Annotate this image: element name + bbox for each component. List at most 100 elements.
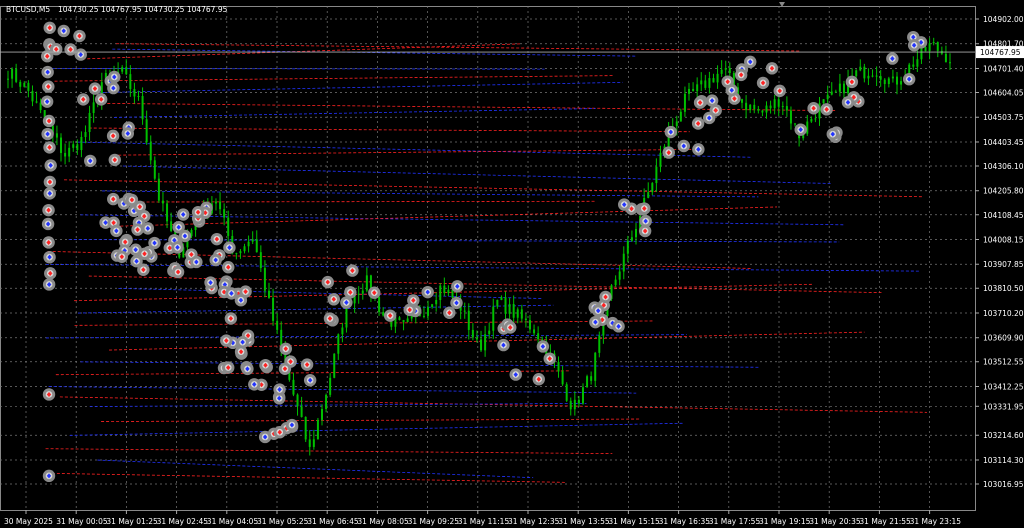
buy-marker-icon	[677, 139, 690, 153]
candle-body	[243, 246, 246, 252]
candle-body	[145, 119, 148, 143]
candle-body	[129, 74, 132, 90]
sell-marker-icon	[171, 265, 185, 279]
candle-body	[463, 310, 466, 312]
candle-body	[769, 105, 772, 109]
candle-body	[435, 300, 438, 305]
buy-marker-icon	[42, 469, 56, 483]
candle-body	[520, 309, 523, 319]
buy-marker-icon	[190, 255, 203, 269]
candle-body	[871, 75, 874, 77]
sell-marker-icon	[443, 306, 456, 319]
buy-marker-icon	[509, 368, 522, 381]
candle-body	[447, 289, 450, 294]
candle-body	[235, 253, 238, 255]
x-tick-label: 31 May 20:35	[809, 517, 861, 526]
candle-body	[573, 399, 576, 410]
candle-body	[949, 62, 951, 64]
candle-body	[700, 80, 703, 85]
chart-canvas[interactable]: 104902.00104801.70104701.40104604.051045…	[0, 0, 1024, 528]
candle-body	[757, 109, 760, 111]
candle-body	[500, 297, 503, 300]
sell-marker-icon	[133, 200, 147, 213]
candle-body	[590, 376, 593, 381]
buy-marker-icon	[171, 241, 184, 254]
candle-body	[153, 160, 156, 179]
candle-body	[675, 121, 678, 127]
candle-body	[329, 377, 332, 395]
candle-body	[272, 297, 275, 321]
sell-marker-icon	[222, 261, 235, 274]
candle-body	[724, 68, 727, 70]
candle-body	[223, 209, 226, 218]
candle-body	[357, 293, 360, 295]
candle-body	[304, 416, 307, 440]
candle-body	[741, 99, 744, 103]
candle-body	[35, 101, 38, 103]
candle-body	[537, 333, 540, 340]
candle-body	[296, 394, 299, 407]
buy-trade-line	[48, 386, 637, 394]
buy-trade-line	[114, 108, 596, 118]
candle-body	[822, 99, 825, 104]
candle-body	[696, 84, 699, 92]
sell-marker-icon	[368, 286, 381, 299]
candle-body	[528, 320, 531, 330]
candle-body	[565, 384, 568, 401]
candle-body	[157, 178, 160, 201]
candle-body	[149, 142, 152, 161]
candle-body	[777, 99, 780, 107]
sell-marker-icon	[323, 312, 337, 325]
buy-marker-icon	[826, 127, 839, 141]
sell-marker-icon	[599, 290, 612, 304]
x-tick-label: 31 May 04:05	[207, 517, 259, 526]
candle-body	[773, 99, 776, 109]
buy-marker-icon	[841, 96, 855, 109]
buy-marker-icon	[285, 418, 299, 432]
candle-body	[484, 334, 487, 351]
sell-marker-icon	[638, 224, 652, 238]
sell-trade-line	[59, 396, 927, 413]
candle-body	[569, 400, 572, 410]
candle-body	[887, 78, 890, 85]
candle-body	[533, 329, 536, 334]
candle-body	[794, 123, 797, 125]
buy-trade-line	[112, 48, 636, 57]
sell-trade-line	[51, 472, 566, 483]
y-tick-label: 104604.05	[983, 88, 1024, 97]
y-tick-label: 104205.80	[983, 187, 1024, 196]
trading-chart[interactable]: 104902.00 104801.70 104701.40 104604.05 1045…	[0, 0, 1024, 528]
time-axis: 30 May 2025 31 May 00:0531 May 01:2531 Ma…	[4, 510, 961, 526]
buy-marker-icon	[121, 127, 134, 140]
candle-body	[508, 304, 511, 314]
y-tick-label: 103512.55	[983, 358, 1024, 367]
candle-body	[753, 104, 756, 110]
sell-marker-icon	[259, 358, 272, 372]
sell-marker-icon	[279, 342, 292, 355]
sell-marker-icon	[638, 202, 651, 215]
buy-marker-icon	[536, 340, 550, 353]
candle-body	[785, 106, 788, 111]
candle-body	[325, 394, 328, 409]
candle-body	[64, 153, 67, 157]
candle-body	[577, 399, 580, 404]
buy-marker-icon	[497, 338, 510, 352]
candle-body	[879, 76, 882, 80]
candle-body	[826, 94, 829, 100]
buy-marker-icon	[57, 24, 70, 38]
candle-body	[72, 144, 75, 148]
candle-body	[928, 43, 931, 52]
candle-body	[598, 335, 601, 353]
candle-body	[333, 353, 336, 378]
candle-body	[292, 379, 295, 395]
x-tick-label: 31 May 16:35	[659, 517, 711, 526]
buy-marker-icon	[450, 296, 463, 310]
buy-marker-icon	[273, 383, 286, 396]
candle-body	[398, 317, 401, 320]
candle-body	[402, 319, 405, 323]
candle-body	[626, 240, 629, 254]
sell-trade-line	[82, 43, 521, 60]
y-tick-label: 104503.75	[983, 113, 1024, 122]
candle-body	[842, 83, 845, 94]
x-tick-label: 31 May 09:25	[408, 517, 460, 526]
